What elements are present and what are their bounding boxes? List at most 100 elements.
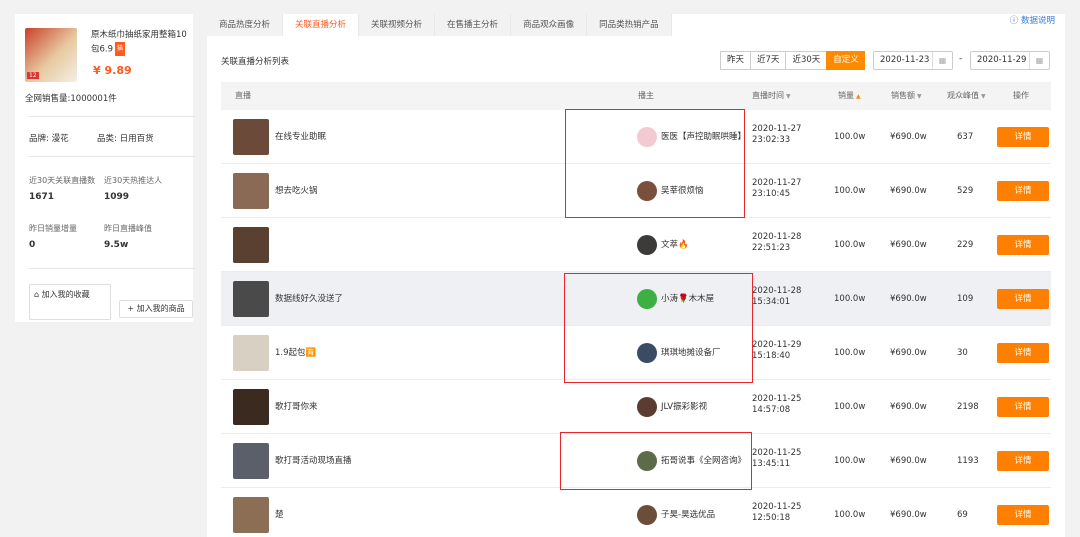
live-thumbnail[interactable] — [233, 281, 269, 317]
calendar-icon: ▦ — [1029, 52, 1049, 69]
total-sales-label: 全网销售量: — [25, 94, 71, 104]
live-thumbnail[interactable] — [233, 335, 269, 371]
live-clock: 22:51:23 — [752, 243, 791, 253]
live-title[interactable]: 在线专业助眠 — [275, 110, 326, 164]
help-label: 数据说明 — [1020, 16, 1055, 26]
detail-button[interactable]: 详情 — [997, 235, 1049, 255]
range-custom[interactable]: 自定义 — [826, 51, 865, 70]
table-row: 文萃🔥 2020-11-28 22:51:23 100.0w ¥690.0w 22… — [221, 218, 1051, 272]
live-thumbnail[interactable] — [233, 227, 269, 263]
start-date-input[interactable]: 2020-11-23 ▦ — [873, 51, 953, 70]
live-title[interactable]: 想去吃火锅 — [275, 164, 318, 218]
sort-down-icon: ▼ — [981, 93, 986, 100]
col-anchor: 播主 — [638, 91, 654, 100]
stat-sales-increment: 昨日销量增量 0 — [29, 223, 109, 250]
col-live: 直播 — [235, 91, 251, 100]
amount-cell: ¥690.0w — [890, 294, 927, 304]
anchor-name-text: 子昊-昊选优品 — [661, 510, 716, 520]
end-date-value: 2020-11-29 — [977, 55, 1027, 65]
stat-hot-influencers: 近30天热推达人 1099 — [104, 175, 184, 202]
date-range-selector: 昨天 近7天 近30天 自定义 — [720, 51, 865, 70]
product-panel: 12 原木纸巾抽纸家用整箱10包6.9 猫 ¥ 9.89 全网销售量:100000… — [15, 14, 195, 322]
live-thumbnail[interactable] — [233, 389, 269, 425]
live-title[interactable]: 歌打哥活动现场直播 — [275, 434, 352, 488]
tmall-badge-icon: 猫 — [115, 42, 126, 56]
tab-selling-anchors[interactable]: 在售播主分析 — [435, 14, 512, 36]
detail-button[interactable]: 详情 — [997, 181, 1049, 201]
stat-value: 0 — [29, 240, 36, 250]
sort-down-icon: ▼ — [786, 93, 791, 100]
live-time: 2020-11-25 12:50:18 — [752, 502, 801, 524]
live-thumbnail[interactable] — [233, 443, 269, 479]
detail-button[interactable]: 详情 — [997, 289, 1049, 309]
end-date-input[interactable]: 2020-11-29 ▦ — [970, 51, 1050, 70]
live-title[interactable]: 歌打哥你来 — [275, 380, 318, 434]
sales-cell: 100.0w — [834, 240, 866, 250]
anchor-name[interactable]: 文萃🔥 — [661, 218, 743, 272]
start-date-value: 2020-11-23 — [880, 55, 930, 65]
col-time-label: 直播时间 — [752, 91, 784, 100]
live-thumbnail[interactable] — [233, 119, 269, 155]
live-title[interactable]: 1.9起包🈶 — [275, 326, 316, 380]
live-clock: 23:02:33 — [752, 135, 791, 145]
live-time: 2020-11-28 15:34:01 — [752, 286, 801, 308]
add-to-favorites-button[interactable]: ⌂ 加入我的收藏 — [29, 284, 111, 320]
stat-live-peak: 昨日直播峰值 9.5w — [104, 223, 184, 250]
amount-cell: ¥690.0w — [890, 456, 927, 466]
live-date: 2020-11-28 — [752, 232, 802, 242]
col-amount-sort[interactable]: 销售额 ▼ — [891, 82, 922, 111]
product-name[interactable]: 原木纸巾抽纸家用整箱10包6.9 猫 — [91, 28, 189, 57]
divider — [29, 268, 195, 269]
live-clock: 13:45:11 — [752, 459, 791, 469]
add-to-my-products-button[interactable]: + 加入我的商品 — [119, 300, 193, 318]
range-7-days[interactable]: 近7天 — [750, 51, 786, 70]
live-time: 2020-11-28 22:51:23 — [752, 232, 801, 254]
amount-cell: ¥690.0w — [890, 348, 927, 358]
detail-button[interactable]: 详情 — [997, 451, 1049, 471]
viewers-cell: 637 — [957, 132, 974, 142]
add-to-favorites-label: 加入我的收藏 — [41, 290, 90, 299]
anchor-avatar[interactable] — [637, 235, 657, 255]
sales-cell: 100.0w — [834, 186, 866, 196]
add-to-my-products-label: 加入我的商品 — [136, 304, 185, 313]
tab-audience-profile[interactable]: 商品观众画像 — [511, 14, 588, 36]
col-time-sort[interactable]: 直播时间 ▼ — [752, 82, 791, 111]
tab-same-category[interactable]: 同品类热销产品 — [587, 14, 672, 36]
live-clock: 14:57:08 — [752, 405, 791, 415]
detail-button[interactable]: 详情 — [997, 127, 1049, 147]
amount-cell: ¥690.0w — [890, 402, 927, 412]
anchor-avatar[interactable] — [637, 505, 657, 525]
category-label: 品类: — [97, 134, 117, 144]
anchor-name[interactable]: 子昊-昊选优品 — [661, 488, 743, 537]
amount-cell: ¥690.0w — [890, 186, 927, 196]
anchor-avatar[interactable] — [637, 397, 657, 417]
live-title[interactable]: 数据线好久没送了 — [275, 272, 343, 326]
tab-related-live[interactable]: 关联直播分析 — [283, 14, 360, 36]
col-sales-sort[interactable]: 销量 ▲ — [838, 82, 861, 111]
data-help-link[interactable]: ⓘ 数据说明 — [1010, 14, 1055, 28]
range-30-days[interactable]: 近30天 — [785, 51, 827, 70]
live-thumbnail[interactable] — [233, 173, 269, 209]
col-action: 操作 — [1013, 91, 1029, 100]
live-time: 2020-11-25 13:45:11 — [752, 448, 801, 470]
viewers-cell: 2198 — [957, 402, 979, 412]
detail-button[interactable]: 详情 — [997, 397, 1049, 417]
tab-product-heat[interactable]: 商品热度分析 — [207, 14, 284, 36]
col-viewers-sort[interactable]: 观众峰值 ▼ — [947, 82, 986, 111]
brand-value: 漫花 — [51, 134, 69, 144]
live-thumbnail[interactable] — [233, 497, 269, 533]
product-image[interactable]: 12 — [25, 28, 77, 82]
live-clock: 23:10:45 — [752, 189, 791, 199]
product-price: ¥ 9.89 — [93, 64, 132, 77]
range-yesterday[interactable]: 昨天 — [720, 51, 751, 70]
live-date: 2020-11-27 — [752, 178, 802, 188]
anchor-name[interactable]: JLV振彩影视 — [661, 380, 743, 434]
tab-related-video[interactable]: 关联视频分析 — [359, 14, 436, 36]
live-title[interactable]: 楚 — [275, 488, 284, 537]
detail-button[interactable]: 详情 — [997, 505, 1049, 525]
detail-button[interactable]: 详情 — [997, 343, 1049, 363]
anchor-name-text: 文萃🔥 — [661, 240, 689, 250]
sales-cell: 100.0w — [834, 510, 866, 520]
viewers-cell: 109 — [957, 294, 974, 304]
sales-cell: 100.0w — [834, 456, 866, 466]
